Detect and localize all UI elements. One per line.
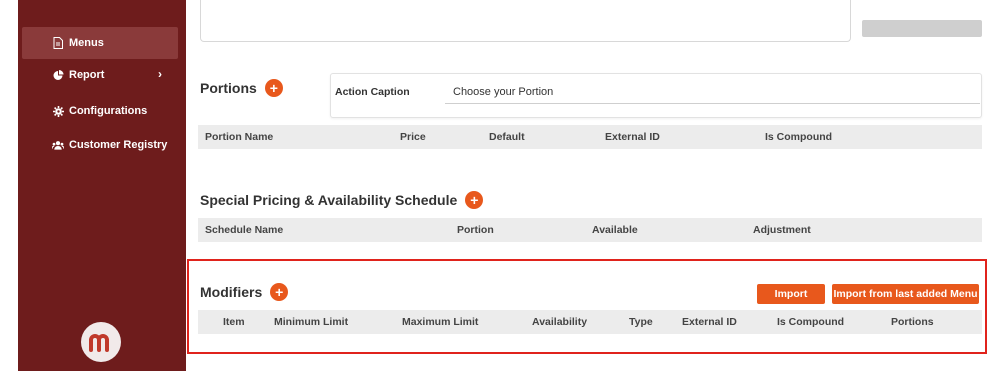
add-schedule-icon[interactable]: +: [465, 191, 484, 209]
gear-icon: [52, 105, 64, 117]
schedule-section-title: Special Pricing & Availability Schedule …: [200, 191, 484, 209]
sidebar-item-configurations[interactable]: Configurations: [18, 96, 186, 126]
column-header: External ID: [682, 316, 737, 328]
modifiers-title: Modifiers: [200, 284, 263, 300]
schedule-title: Special Pricing & Availability Schedule: [200, 192, 458, 208]
modifiers-highlight-frame: [187, 259, 987, 354]
action-caption-box: Action Caption Choose your Portion: [330, 73, 982, 118]
add-portion-icon[interactable]: +: [264, 79, 283, 97]
chevron-right-icon: ›: [158, 67, 162, 81]
page-left-margin: [0, 0, 18, 371]
column-header: Portion: [457, 224, 494, 236]
import-button[interactable]: Import: [757, 284, 825, 304]
modifiers-section-title: Modifiers +: [200, 283, 289, 301]
column-header: Is Compound: [765, 131, 833, 143]
top-button[interactable]: [862, 20, 982, 37]
sidebar-item-label: Configurations: [69, 105, 148, 117]
sidebar-item-label: Menus: [69, 37, 104, 49]
column-header: Default: [489, 131, 525, 143]
sidebar-item-customer-registry[interactable]: Customer Registry: [18, 130, 186, 160]
column-header: Schedule Name: [205, 224, 284, 236]
column-header: Item: [223, 316, 245, 328]
sidebar-item-label: Report: [69, 69, 105, 81]
column-header: Adjustment: [753, 224, 811, 236]
description-textarea[interactable]: [200, 0, 851, 42]
sidebar-item-label: Customer Registry: [69, 139, 168, 151]
column-header: Is Compound: [777, 316, 845, 328]
logo-icon: [89, 334, 109, 352]
app-logo: [81, 322, 121, 362]
column-header: Type: [629, 316, 653, 328]
portions-table-header: Portion Name Price Default External ID I…: [198, 125, 982, 149]
column-header: Portions: [891, 316, 934, 328]
users-icon: [52, 139, 64, 151]
action-caption-label: Action Caption: [335, 86, 410, 98]
column-header: Portion Name: [205, 131, 274, 143]
document-icon: [52, 37, 64, 49]
sidebar: Menus Report › Configurations Customer R…: [18, 0, 186, 371]
modifiers-table-header: Item Minimum Limit Maximum Limit Availab…: [198, 310, 982, 334]
portions-title: Portions: [200, 80, 257, 96]
pie-chart-icon: [52, 69, 64, 81]
column-header: External ID: [605, 131, 660, 143]
portions-section-title: Portions +: [200, 79, 283, 97]
column-header: Price: [400, 131, 426, 143]
add-modifier-icon[interactable]: +: [270, 283, 289, 301]
import-last-menu-button[interactable]: Import from last added Menu: [832, 284, 979, 304]
action-caption-select[interactable]: Choose your Portion: [445, 80, 980, 104]
sidebar-item-report[interactable]: Report ›: [18, 60, 186, 90]
column-header: Maximum Limit: [402, 316, 479, 328]
action-caption-value: Choose your Portion: [453, 85, 554, 98]
schedule-table-header: Schedule Name Portion Available Adjustme…: [198, 218, 982, 242]
column-header: Availability: [532, 316, 588, 328]
sidebar-item-menus[interactable]: Menus: [22, 27, 178, 59]
column-header: Minimum Limit: [274, 316, 349, 328]
column-header: Available: [592, 224, 638, 236]
